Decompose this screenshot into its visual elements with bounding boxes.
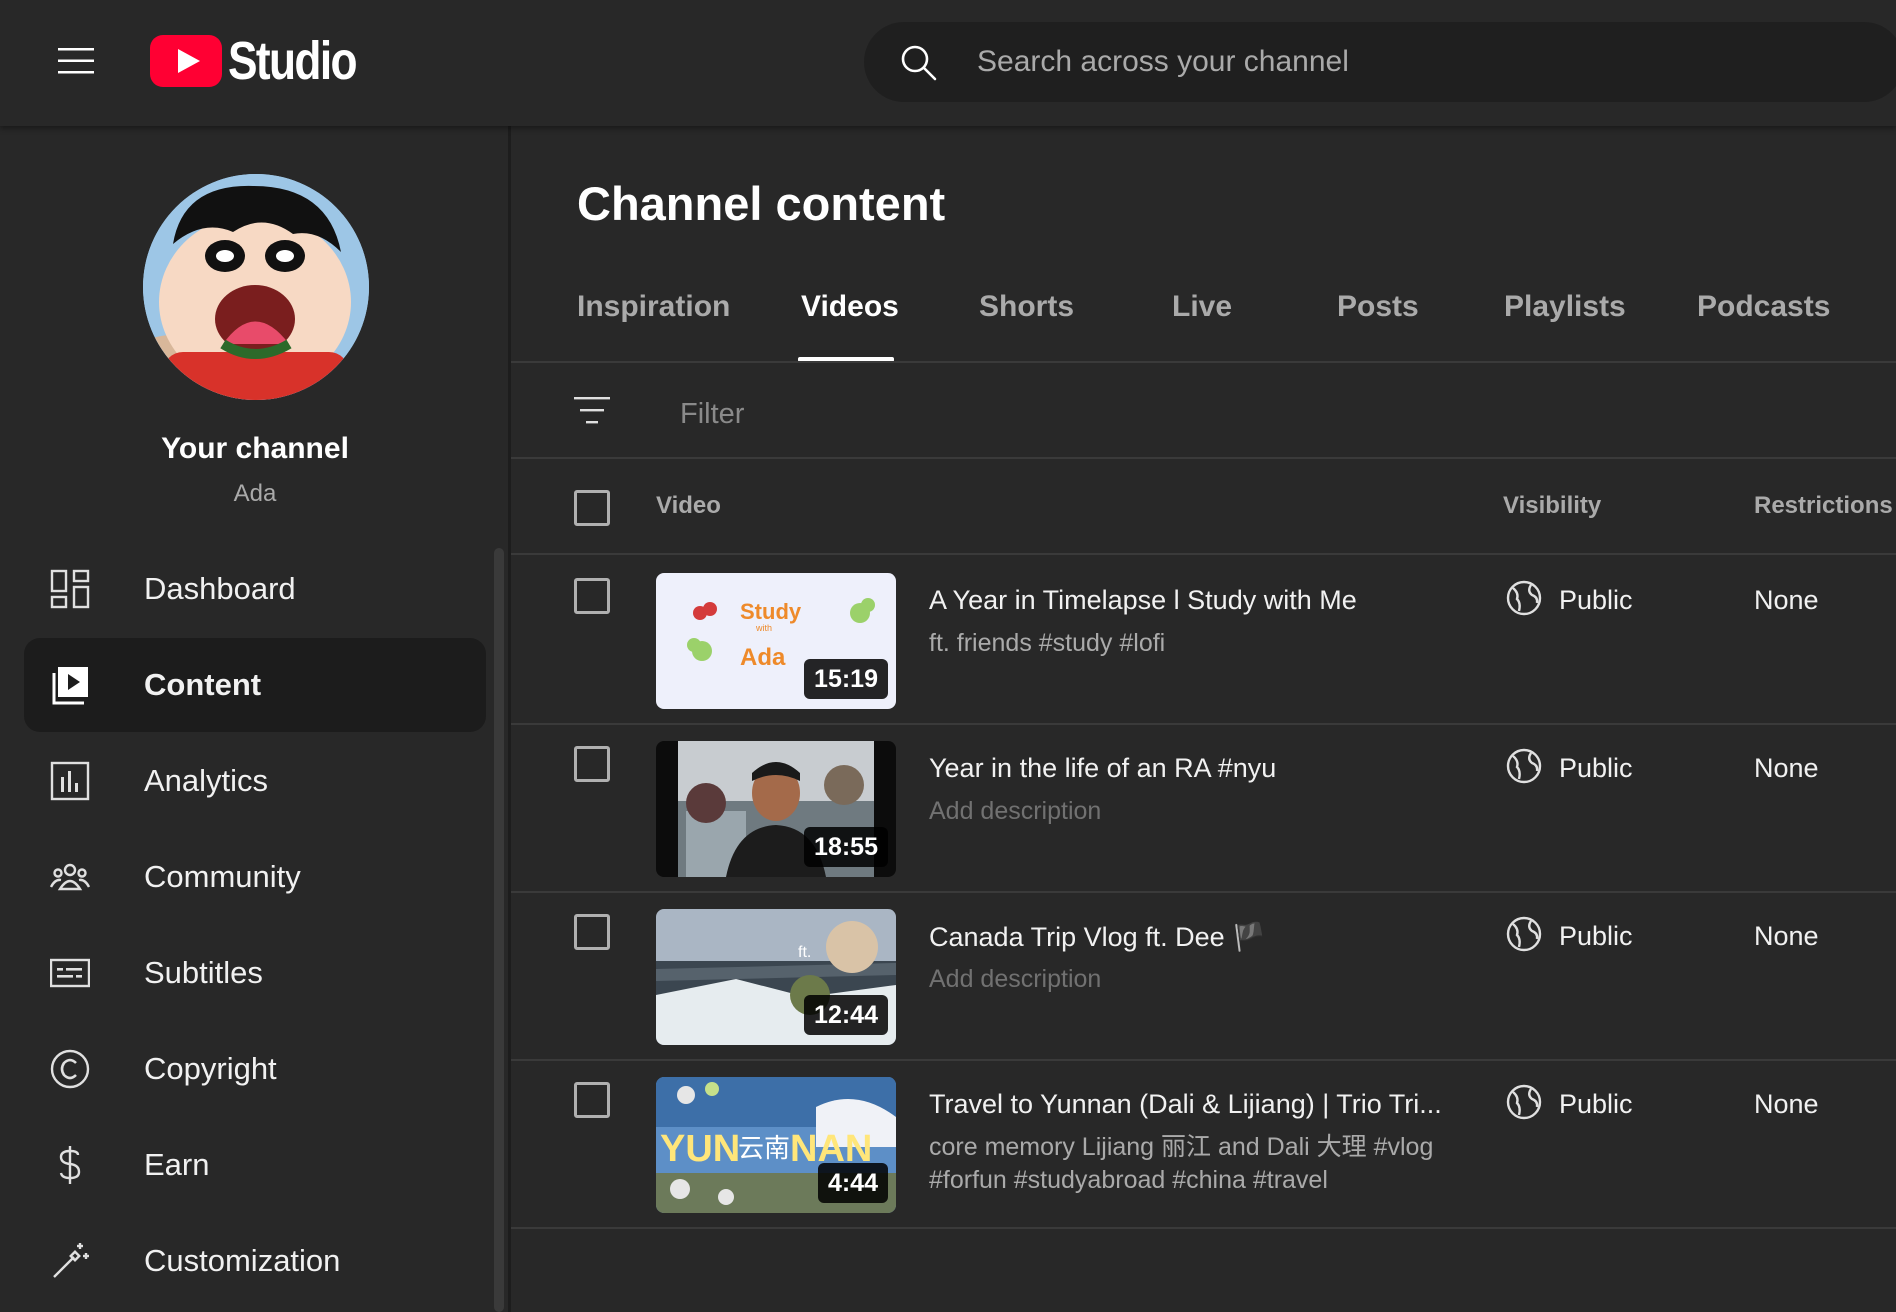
sidebar-item-copyright[interactable]: Copyright — [24, 1022, 486, 1116]
sidebar-item-label: Subtitles — [144, 955, 263, 990]
video-thumbnail[interactable]: YUN 云南 NAN 4:44 — [656, 1077, 896, 1213]
sidebar-item-label: Dashboard — [144, 571, 296, 606]
thumbnail-text-3: Ada — [740, 644, 786, 671]
tab-playlists[interactable]: Playlists — [1504, 290, 1626, 362]
earn-icon — [50, 1145, 90, 1185]
video-title[interactable]: Travel to Yunnan (Dali & Lijiang) | Trio… — [929, 1089, 1442, 1120]
video-description: core memory Lijiang 丽江 and Dali 大理 #vlog… — [929, 1133, 1434, 1194]
video-description: ft. friends #study #lofi — [929, 629, 1166, 657]
filter-divider — [511, 457, 1896, 459]
add-description-link[interactable]: Add description — [929, 963, 1489, 996]
sidebar-item-label: Community — [144, 859, 301, 894]
thumbnail-text-1: Study — [740, 599, 802, 624]
video-thumbnail[interactable]: 18:55 — [656, 741, 896, 877]
sidebar-item-subtitles[interactable]: Subtitles — [24, 926, 486, 1020]
row-divider — [511, 1227, 1896, 1229]
filter-icon[interactable] — [572, 395, 612, 427]
hamburger-menu-icon[interactable] — [56, 45, 96, 77]
page-title: Channel content — [577, 177, 946, 230]
sidebar-item-dashboard[interactable]: Dashboard — [24, 542, 486, 636]
table-row[interactable]: 18:55 Year in the life of an RA #nyu Add… — [511, 723, 1896, 891]
sidebar-item-community[interactable]: Community — [24, 830, 486, 924]
table-row[interactable]: ft. 12:44 Canada Trip Vlog ft. Dee 🏴 Add… — [511, 891, 1896, 1059]
tabs-divider — [511, 361, 1896, 363]
visibility-label[interactable]: Public — [1559, 1089, 1633, 1120]
globe-icon — [1505, 915, 1543, 953]
tab-inspiration[interactable]: Inspiration — [577, 290, 730, 362]
copyright-icon — [50, 1049, 90, 1089]
thumbnail-text-2: 云南 — [738, 1134, 790, 1164]
tab-live[interactable]: Live — [1172, 290, 1232, 362]
avatar-cartoon-image — [143, 174, 369, 400]
globe-icon — [1505, 747, 1543, 785]
video-duration: 15:19 — [804, 659, 888, 699]
globe-icon — [1505, 579, 1543, 617]
search-icon[interactable] — [900, 44, 938, 82]
channel-handle: Ada — [233, 480, 277, 507]
avatar[interactable] — [143, 174, 369, 400]
channel-title: Your channel — [161, 432, 349, 465]
sidebar-item-label: Analytics — [144, 763, 269, 798]
table-row[interactable]: Study with Ada 15:19 A Year in Timelapse… — [511, 555, 1896, 723]
visibility-label[interactable]: Public — [1559, 753, 1633, 784]
sidebar-item-label: Copyright — [144, 1051, 277, 1086]
row-checkbox[interactable] — [574, 914, 610, 950]
studio-logo[interactable]: Studio — [150, 30, 384, 92]
thumbnail-text: ft. — [798, 944, 811, 961]
restrictions-value: None — [1754, 1089, 1819, 1119]
table-row[interactable]: YUN 云南 NAN 4:44 Travel to Yunnan (Dali &… — [511, 1059, 1896, 1227]
dashboard-icon — [50, 569, 90, 609]
sidebar-item-label: Earn — [144, 1147, 210, 1182]
column-header-visibility[interactable]: Visibility — [1503, 492, 1601, 520]
globe-icon — [1505, 1083, 1543, 1121]
sidebar-scrollbar[interactable] — [494, 548, 504, 1312]
video-duration: 4:44 — [817, 1163, 888, 1203]
visibility-label[interactable]: Public — [1559, 585, 1633, 616]
video-title[interactable]: Canada Trip Vlog ft. Dee 🏴 — [929, 921, 1266, 953]
sidebar-item-customization[interactable]: Customization — [24, 1214, 486, 1308]
row-checkbox[interactable] — [574, 578, 610, 614]
video-duration: 18:55 — [804, 827, 888, 867]
tab-shorts[interactable]: Shorts — [979, 290, 1074, 362]
sidebar-item-label: Content — [144, 667, 262, 702]
community-icon — [50, 857, 90, 897]
sidebar-item-content[interactable]: Content — [24, 638, 486, 732]
row-checkbox[interactable] — [574, 1082, 610, 1118]
video-duration: 12:44 — [804, 995, 888, 1035]
thumbnail-text-1: YUN — [660, 1128, 740, 1170]
column-header-video[interactable]: Video — [656, 492, 721, 520]
select-all-checkbox[interactable] — [574, 490, 610, 526]
tab-videos[interactable]: Videos — [801, 290, 899, 362]
tab-posts[interactable]: Posts — [1337, 290, 1419, 362]
content-icon — [50, 665, 90, 705]
video-title[interactable]: Year in the life of an RA #nyu — [929, 753, 1276, 784]
video-title[interactable]: A Year in Timelapse l Study with Me — [929, 585, 1357, 616]
thumbnail-text-2: with — [755, 623, 772, 633]
analytics-icon — [50, 761, 90, 801]
sidebar: Your channel Ada Dashboard Content Analy… — [0, 126, 510, 1312]
brand-name: Studio — [228, 31, 358, 91]
visibility-label[interactable]: Public — [1559, 921, 1633, 952]
search-bar — [864, 22, 1896, 102]
restrictions-value: None — [1754, 921, 1819, 951]
sidebar-item-earn[interactable]: Earn — [24, 1118, 486, 1212]
row-checkbox[interactable] — [574, 746, 610, 782]
add-description-link[interactable]: Add description — [929, 795, 1489, 828]
filter-input[interactable] — [680, 392, 1280, 436]
youtube-play-icon — [150, 35, 222, 87]
restrictions-value: None — [1754, 585, 1819, 615]
video-thumbnail[interactable]: ft. 12:44 — [656, 909, 896, 1045]
subtitles-icon — [50, 953, 90, 993]
top-bar: Studio — [0, 0, 1896, 126]
restrictions-value: None — [1754, 753, 1819, 783]
search-input[interactable] — [977, 40, 1777, 84]
customization-icon — [50, 1241, 90, 1281]
video-thumbnail[interactable]: Study with Ada 15:19 — [656, 573, 896, 709]
tab-podcasts[interactable]: Podcasts — [1697, 290, 1830, 362]
column-header-restrictions[interactable]: Restrictions — [1754, 492, 1893, 520]
sidebar-item-label: Customization — [144, 1243, 341, 1278]
sidebar-item-analytics[interactable]: Analytics — [24, 734, 486, 828]
